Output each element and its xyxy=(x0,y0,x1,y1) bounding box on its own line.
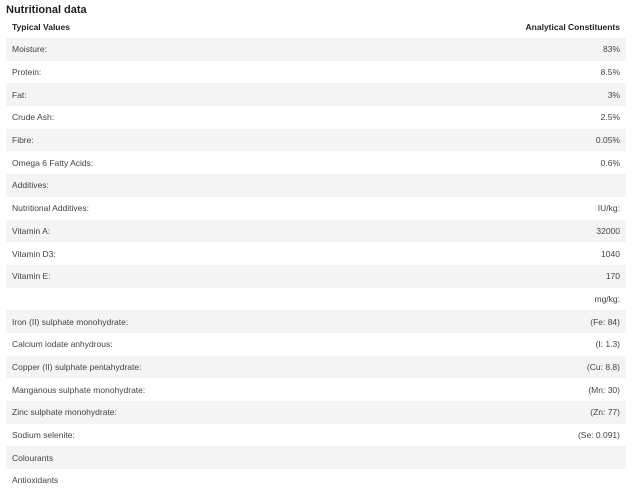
row-value: 83% xyxy=(602,44,620,55)
table-row: Fat: 3% xyxy=(6,83,626,107)
row-label: Vitamin E: xyxy=(12,271,51,282)
row-label: Moisture: xyxy=(12,44,47,55)
table-row: Zinc sulphate monohydrate: (Zn: 77) xyxy=(6,401,626,424)
row-value: (Cu: 8.8) xyxy=(586,361,620,372)
row-value: 32000 xyxy=(596,225,620,236)
section-title: Nutritional data xyxy=(6,4,87,16)
row-label: Manganous sulphate monohydrate: xyxy=(12,384,146,395)
header-analytical-constituents: Analytical Constituents xyxy=(525,22,620,32)
table-row: Copper (II) sulphate pentahydrate: (Cu: 8… xyxy=(6,355,626,379)
table-row: Moisture: 83% xyxy=(6,38,626,61)
row-label: Copper (II) sulphate pentahydrate: xyxy=(12,361,142,372)
table-row: Colourants xyxy=(6,446,626,470)
row-label: Colourants xyxy=(12,452,54,463)
row-value: 0.05% xyxy=(595,135,620,146)
row-label: Zinc sulphate monohydrate: xyxy=(12,407,117,418)
row-label: Fibre: xyxy=(12,135,34,146)
table-row: Vitamin A: 32000 xyxy=(6,219,626,243)
table-row: Crude Ash: 2.5% xyxy=(6,106,626,129)
row-value: (I: 1.3) xyxy=(595,339,620,350)
row-value: 8.5% xyxy=(600,67,620,78)
header-typical-values: Typical Values xyxy=(12,22,70,32)
row-label: Omega 6 Fatty Acids: xyxy=(12,157,94,168)
row-value: (Se: 0.091) xyxy=(577,430,620,441)
row-value: 3% xyxy=(607,89,620,100)
row-value: IU/kg: xyxy=(597,203,620,214)
table-row: Sodium selenite: (Se: 0.091) xyxy=(6,424,626,447)
row-label: Calcium iodate anhydrous: xyxy=(12,339,113,350)
row-label: Crude Ash: xyxy=(12,112,55,123)
row-value: 170 xyxy=(605,271,620,282)
nutrition-table: Typical Values Analytical Constituents M… xyxy=(6,16,626,492)
nutritional-data-panel: Nutritional data Typical Values Analytic… xyxy=(0,0,634,490)
row-value: (Zn: 77) xyxy=(590,407,620,418)
row-label: Protein: xyxy=(12,67,42,78)
table-row: Vitamin E: 170 xyxy=(6,264,626,288)
table-row: Protein: 8.5% xyxy=(6,61,626,84)
table-row: Manganous sulphate monohydrate: (Mn: 30) xyxy=(6,378,626,401)
table-row: Iron (II) sulphate monohydrate: (Fe: 84) xyxy=(6,310,626,333)
row-label: Antioxidants xyxy=(12,475,59,486)
row-value: 2.5% xyxy=(600,112,620,123)
table-row: Nutritional Additives: IU/kg: xyxy=(6,197,626,220)
row-value: (Fe: 84) xyxy=(590,316,620,327)
table-row: Calcium iodate anhydrous: (I: 1.3) xyxy=(6,333,626,356)
row-label: Fat: xyxy=(12,89,27,100)
row-label: Sodium selenite: xyxy=(12,430,75,441)
table-row: Antioxidants xyxy=(6,469,626,492)
table-row: mg/kg: xyxy=(6,288,626,311)
row-label: Vitamin A: xyxy=(12,225,51,236)
table-row: Fibre: 0.05% xyxy=(6,128,626,152)
table-row: Omega 6 Fatty Acids: 0.6% xyxy=(6,151,626,174)
row-value: (Mn: 30) xyxy=(588,384,620,395)
row-label: Nutritional Additives: xyxy=(12,203,90,214)
table-row: Vitamin D3: 1040 xyxy=(6,242,626,265)
table-body: Moisture: 83% Protein: 8.5% Fat: 3% Crude Ash:… xyxy=(6,38,626,492)
row-value: mg/kg: xyxy=(594,293,620,304)
row-value: 1040 xyxy=(601,248,620,259)
row-value: 0.6% xyxy=(600,157,620,168)
table-row: Additives: xyxy=(6,174,626,197)
row-label: Iron (II) sulphate monohydrate: xyxy=(12,316,129,327)
table-header-row: Typical Values Analytical Constituents xyxy=(6,16,626,38)
row-label: Vitamin D3: xyxy=(12,248,56,259)
row-label: Additives: xyxy=(12,180,49,191)
